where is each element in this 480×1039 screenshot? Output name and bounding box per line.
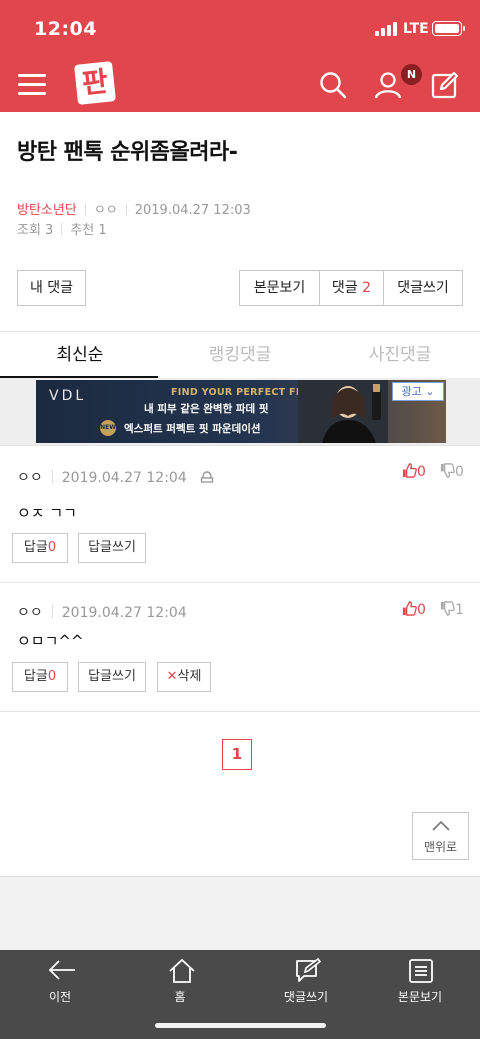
post-title: 방탄 팬톡 순위좀올려라- xyxy=(17,140,238,165)
post-meta: 방탄소년단 ㅇㅇ 2019.04.27 12:03 xyxy=(17,199,251,218)
write-icon[interactable] xyxy=(430,70,460,100)
comment-body: ㅇㅁㄱ^^ xyxy=(17,632,84,650)
thumbs-down-icon xyxy=(440,463,455,478)
thumbs-down-icon xyxy=(440,601,455,616)
home-icon xyxy=(169,958,195,983)
ad-subline: 내 피부 같은 완벽한 파데 핏 xyxy=(144,403,269,415)
divider xyxy=(0,331,480,332)
nav-view-post-label: 본문보기 xyxy=(397,990,443,1004)
upvote-button[interactable]: 0 xyxy=(402,463,426,480)
upvote-button[interactable]: 0 xyxy=(402,601,426,618)
home-indicator xyxy=(155,1023,326,1028)
divider xyxy=(0,711,480,712)
comments-count-button[interactable]: 댓글 2 xyxy=(319,270,384,306)
comments-label: 댓글 xyxy=(331,280,358,296)
reply-button[interactable]: 답글0 xyxy=(12,533,68,563)
lock-icon xyxy=(200,471,214,483)
nav-back-label: 이전 xyxy=(48,990,72,1004)
nav-write-comment-label: 댓글쓰기 xyxy=(283,990,329,1004)
close-icon: ✕ xyxy=(166,669,178,684)
post-datetime: 2019.04.27 12:03 xyxy=(134,203,251,218)
pagination-current-page[interactable]: 1 xyxy=(222,739,252,770)
comment-author: ㅇㅇ xyxy=(17,605,43,621)
ad-model-image xyxy=(298,380,388,443)
app-header: 판 N xyxy=(0,58,480,112)
downvote-button[interactable]: 1 xyxy=(440,601,464,618)
comment-write-icon xyxy=(296,958,322,982)
nav-write-comment[interactable]: 댓글쓰기 xyxy=(246,950,366,1010)
post-recommend: 추천 1 xyxy=(70,223,107,238)
reply-button[interactable]: 답글0 xyxy=(12,662,68,692)
tab-ranking[interactable]: 랭킹댓글 xyxy=(160,340,320,378)
ad-headline: FIND YOUR PERFECT FIT xyxy=(171,387,307,398)
network-type: LTE xyxy=(403,21,429,37)
comment-author: ㅇㅇ xyxy=(17,470,43,486)
pann-logo[interactable]: 판 xyxy=(74,61,116,105)
post-stats: 조회 3 추천 1 xyxy=(17,219,107,238)
document-icon xyxy=(409,959,433,983)
thumbs-up-icon xyxy=(402,463,417,478)
downvote-count: 0 xyxy=(455,464,464,480)
divider xyxy=(0,582,480,583)
reply-label: 답글 xyxy=(23,669,48,684)
nav-view-post[interactable]: 본문보기 xyxy=(360,950,480,1010)
notification-badge[interactable]: N xyxy=(401,64,422,85)
write-comment-button[interactable]: 댓글쓰기 xyxy=(383,270,463,306)
nav-home[interactable]: 홈 xyxy=(120,950,240,1010)
upvote-count: 0 xyxy=(417,464,426,480)
footer-spacer xyxy=(0,876,480,950)
view-post-button[interactable]: 본문보기 xyxy=(239,270,320,306)
downvote-count: 1 xyxy=(455,602,464,618)
ad-area: VDL FIND YOUR PERFECT FIT 내 피부 같은 완벽한 파데… xyxy=(0,378,480,445)
post-category[interactable]: 방탄소년단 xyxy=(17,203,77,218)
status-bar: 12:04 LTE xyxy=(0,0,480,58)
post-views: 조회 3 xyxy=(17,223,54,238)
ad-new-tag: NEW xyxy=(100,420,116,436)
tab-photo[interactable]: 사진댓글 xyxy=(320,340,480,378)
status-time: 12:04 xyxy=(34,18,97,40)
arrow-left-icon xyxy=(48,960,75,980)
comment-datetime: 2019.04.27 12:04 xyxy=(61,470,187,486)
downvote-button[interactable]: 0 xyxy=(440,463,464,480)
tab-latest[interactable]: 최신순 xyxy=(0,340,160,378)
user-icon[interactable] xyxy=(373,70,403,100)
search-icon[interactable] xyxy=(318,70,348,100)
write-reply-button[interactable]: 답글쓰기 xyxy=(78,533,146,563)
comment-meta: ㅇㅇ 2019.04.27 12:04 xyxy=(17,602,187,622)
menu-icon[interactable] xyxy=(18,71,48,97)
signal-icon xyxy=(375,22,399,36)
scroll-top-button[interactable]: 맨위로 xyxy=(412,812,469,860)
thumbs-up-icon xyxy=(402,601,417,616)
delete-comment-button[interactable]: ✕삭제 xyxy=(157,662,211,692)
ad-product: 엑스퍼트 퍼펙트 핏 파운데이션 xyxy=(124,423,261,435)
reply-label: 답글 xyxy=(23,540,48,555)
nav-home-label: 홈 xyxy=(174,990,186,1004)
write-reply-button[interactable]: 답글쓰기 xyxy=(78,662,146,692)
my-comments-button[interactable]: 내 댓글 xyxy=(17,270,86,306)
delete-label: 삭제 xyxy=(177,669,202,684)
comment-body: ㅇㅈ ㄱㄱ xyxy=(17,504,77,522)
upvote-count: 0 xyxy=(417,602,426,618)
ad-banner[interactable]: VDL FIND YOUR PERFECT FIT 내 피부 같은 완벽한 파데… xyxy=(36,380,446,443)
scroll-top-label: 맨위로 xyxy=(423,840,458,854)
reply-count: 0 xyxy=(47,669,57,684)
nav-back[interactable]: 이전 xyxy=(0,950,120,1010)
post-author: ㅇㅇ xyxy=(93,203,118,218)
comment-datetime: 2019.04.27 12:04 xyxy=(61,605,187,621)
reply-count: 0 xyxy=(47,540,57,555)
battery-icon xyxy=(432,21,465,36)
comment-meta: ㅇㅇ 2019.04.27 12:04 xyxy=(17,467,215,487)
chevron-up-icon xyxy=(432,820,450,831)
comments-count: 2 xyxy=(362,280,372,296)
ad-label[interactable]: 광고 ⌄ xyxy=(392,382,444,401)
ad-brand: VDL xyxy=(49,388,87,404)
divider xyxy=(0,445,480,446)
